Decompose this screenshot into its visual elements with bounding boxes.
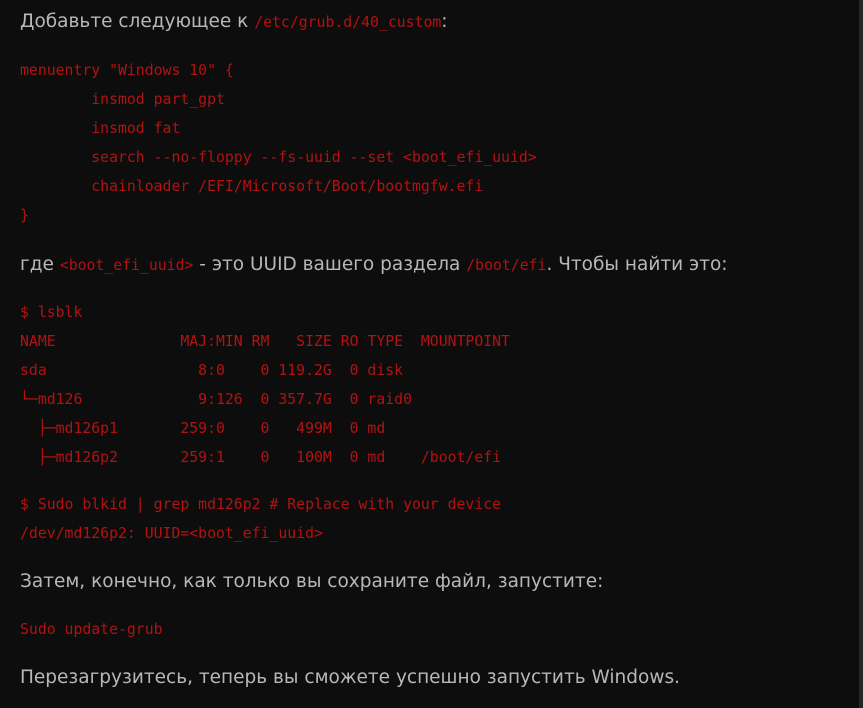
code-line: Sudo update-grub xyxy=(20,621,163,638)
code-line: ├─md126p1 259:0 0 499M 0 md xyxy=(20,420,386,437)
code-line: insmod fat xyxy=(20,120,181,137)
intro-paragraph: Добавьте следующее к /etc/grub.d/40_cust… xyxy=(20,10,448,35)
code-line: sda 8:0 0 119.2G 0 disk xyxy=(20,362,404,379)
where-text-start: где xyxy=(20,254,60,275)
intro-colon: : xyxy=(441,11,448,32)
intro-text: Добавьте следующее к xyxy=(20,11,255,32)
code-line: └─md126 9:126 0 357.7G 0 raid0 xyxy=(20,391,412,408)
code-line: } xyxy=(20,207,29,224)
vertical-scrollbar[interactable] xyxy=(859,0,863,708)
where-text-middle: - это UUID вашего раздела xyxy=(193,254,467,275)
code-block-blkid[interactable]: $ Sudo blkid | grep md126p2 # Replace wi… xyxy=(20,490,501,548)
where-paragraph: где <boot_efi_uuid> - это UUID вашего ра… xyxy=(20,253,728,278)
inline-code-grub-path: /etc/grub.d/40_custom xyxy=(254,14,442,31)
code-line: insmod part_gpt xyxy=(20,91,225,108)
code-line: $ lsblk xyxy=(20,304,83,321)
code-line: chainloader /EFI/Microsoft/Boot/bootmgfw… xyxy=(20,178,484,195)
code-line: ├─md126p2 259:1 0 100M 0 md /boot/efi xyxy=(20,449,502,466)
reboot-paragraph: Перезагрузитесь, теперь вы сможете успеш… xyxy=(20,667,680,688)
code-line: /dev/md126p2: UUID=<boot_efi_uuid> xyxy=(20,525,323,542)
code-line: NAME MAJ:MIN RM SIZE RO TYPE MOUNTPOINT xyxy=(20,333,510,350)
code-line: $ Sudo blkid | grep md126p2 # Replace wi… xyxy=(20,496,502,513)
code-block-menuentry[interactable]: menuentry "Windows 10" { insmod part_gpt… xyxy=(20,56,537,230)
code-block-lsblk[interactable]: $ lsblk NAME MAJ:MIN RM SIZE RO TYPE MOUN… xyxy=(20,298,510,472)
code-line: menuentry "Windows 10" { xyxy=(20,62,234,79)
where-text-end: . Чтобы найти это: xyxy=(546,254,728,275)
code-block-update-grub[interactable]: Sudo update-grub xyxy=(20,615,163,644)
code-line: search --no-floppy --fs-uuid --set <boot… xyxy=(20,149,537,166)
inline-code-boot-efi-path: /boot/efi xyxy=(466,257,547,274)
inline-code-boot-efi-uuid: <boot_efi_uuid> xyxy=(59,257,194,274)
then-paragraph: Затем, конечно, как только вы сохраните … xyxy=(20,571,604,592)
